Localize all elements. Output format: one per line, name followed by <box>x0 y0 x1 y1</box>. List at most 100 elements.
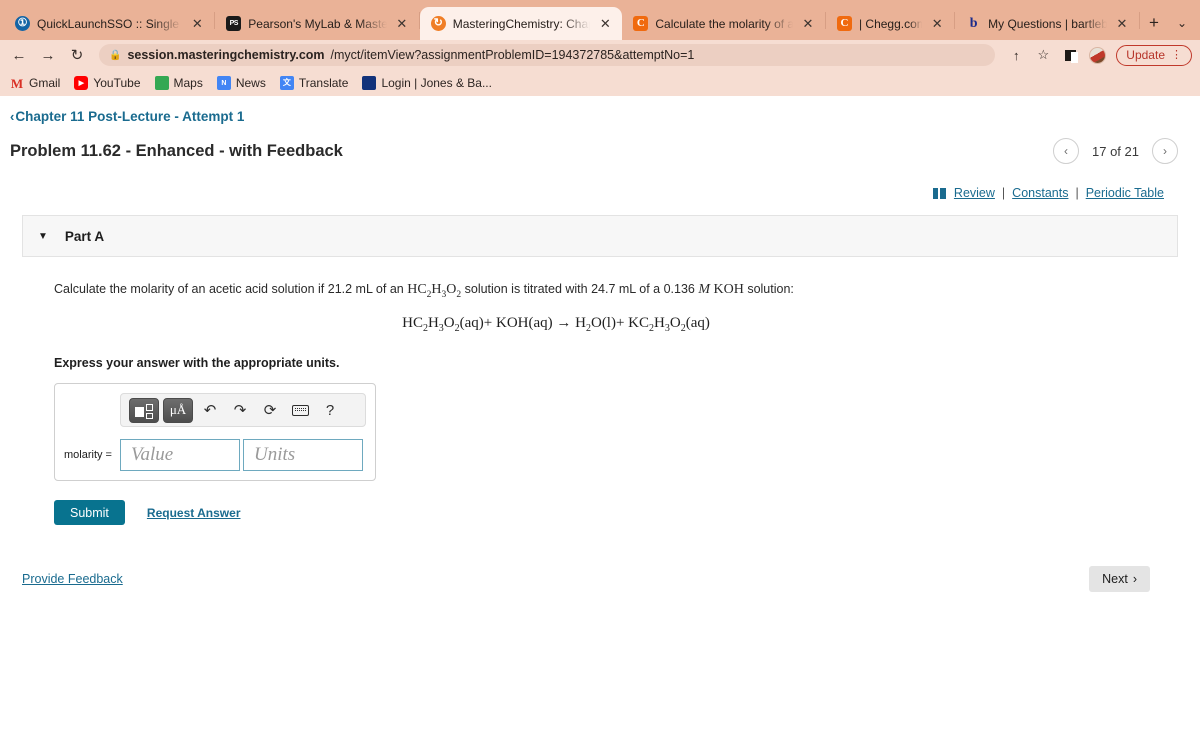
question-text-pre: Calculate the molarity of an acetic acid… <box>54 282 408 296</box>
tab-title: Pearson's MyLab & Masteri <box>248 16 387 31</box>
question-text-post: solution: <box>743 282 794 296</box>
chegg-icon: C <box>836 16 852 31</box>
breadcrumb: ‹ Chapter 11 Post-Lecture - Attempt 1 <box>0 96 1200 126</box>
mastering-chemistry-icon: ↻ <box>430 16 446 31</box>
tab-strip: ① QuickLaunchSSO :: Single S ✕ PS Pearso… <box>0 0 1200 40</box>
bookmark-label: Gmail <box>29 76 61 90</box>
next-problem-button[interactable]: › <box>1152 138 1178 164</box>
tab-title: Calculate the molarity of an <box>655 16 793 31</box>
browser-tab-bartleby[interactable]: b My Questions | bartleby ✕ <box>955 7 1139 40</box>
units-icon[interactable]: μÅ <box>163 397 193 423</box>
keyboard-icon[interactable] <box>287 398 313 423</box>
question-text: Calculate the molarity of an acetic acid… <box>54 279 1178 302</box>
answer-input-row: molarity = Value Units <box>64 439 366 472</box>
bookmark-news[interactable]: N News <box>216 76 266 90</box>
bookmark-login-jones[interactable]: Login | Jones & Ba... <box>362 76 492 90</box>
pager-position: 17 of 21 <box>1092 143 1139 159</box>
value-input[interactable]: Value <box>120 439 240 472</box>
molar-symbol: M <box>698 282 710 297</box>
bookmark-label: YouTube <box>93 76 141 90</box>
reload-icon[interactable]: ↻ <box>64 42 90 68</box>
chegg-icon: C <box>633 16 649 31</box>
tab-title: MasteringChemistry: Chapt <box>452 16 591 31</box>
bookmark-star-icon[interactable]: ☆ <box>1031 43 1055 67</box>
periodic-table-link[interactable]: Periodic Table <box>1086 186 1164 200</box>
new-tab-button[interactable]: + <box>1140 9 1168 37</box>
translate-icon: 文 <box>279 76 294 90</box>
browser-tab-calculate-molarity[interactable]: C Calculate the molarity of an ✕ <box>622 7 825 40</box>
bookmark-maps[interactable]: Maps <box>154 76 203 90</box>
review-link[interactable]: Review <box>954 186 995 200</box>
share-icon[interactable]: ↑ <box>1004 43 1028 67</box>
next-button[interactable]: Next › <box>1089 566 1150 593</box>
close-icon[interactable]: ✕ <box>929 16 945 32</box>
title-row: Problem 11.62 - Enhanced - with Feedback… <box>0 126 1200 164</box>
bookmark-youtube[interactable]: ▶ YouTube <box>74 76 141 90</box>
tab-search-chevron-down-icon[interactable]: ⌄ <box>1168 9 1196 37</box>
back-icon[interactable]: ← <box>6 42 32 68</box>
reset-icon[interactable]: ⟳ <box>257 398 283 423</box>
bookmark-label: Login | Jones & Ba... <box>381 76 492 90</box>
book-icon <box>932 187 946 199</box>
breadcrumb-label: Chapter 11 Post-Lecture - Attempt 1 <box>15 109 245 124</box>
part-a-header[interactable]: ▼ Part A <box>22 215 1178 257</box>
tab-title: My Questions | bartleby <box>988 16 1107 31</box>
omnibox-toolbar: ← → ↻ 🔒 session.masteringchemistry.com/m… <box>0 40 1200 70</box>
resource-links: Review | Constants | Periodic Table <box>0 164 1200 200</box>
template-icon[interactable] <box>129 397 159 423</box>
avatar[interactable] <box>1085 43 1109 67</box>
breadcrumb-assignment-link[interactable]: ‹ Chapter 11 Post-Lecture - Attempt 1 <box>10 109 244 124</box>
answer-instruction: Express your answer with the appropriate… <box>54 356 340 371</box>
close-icon[interactable]: ✕ <box>597 16 613 32</box>
tab-title: | Chegg.com <box>858 16 923 31</box>
kebab-menu-icon[interactable]: ⋮ <box>1171 49 1182 61</box>
browser-tab-quicklaunchsso[interactable]: ① QuickLaunchSSO :: Single S ✕ <box>4 7 214 40</box>
bookmark-label: Maps <box>173 76 203 90</box>
acid-formula: HC2H3O2 <box>407 282 462 300</box>
chemical-equation: HC2H3O2(aq)+ KOH(aq) → H2O(l)+ KC2H3O2(a… <box>402 315 710 335</box>
tab-title: QuickLaunchSSO :: Single S <box>37 16 183 31</box>
browser-tab-masteringchemistry[interactable]: ↻ MasteringChemistry: Chapt ✕ <box>419 7 623 40</box>
page-footer: Provide Feedback Next › <box>0 525 1200 593</box>
address-bar[interactable]: 🔒 session.masteringchemistry.com/myct/it… <box>99 44 996 66</box>
page-content: ‹ Chapter 11 Post-Lecture - Attempt 1 Pr… <box>0 96 1200 750</box>
provide-feedback-link[interactable]: Provide Feedback <box>22 572 123 586</box>
close-icon[interactable]: ✕ <box>394 16 410 32</box>
close-icon[interactable]: ✕ <box>800 16 816 32</box>
units-input[interactable]: Units <box>243 439 363 472</box>
browser-tab-chegg[interactable]: C | Chegg.com ✕ <box>826 7 954 40</box>
bookmark-translate[interactable]: 文 Translate <box>279 76 349 90</box>
close-icon[interactable]: ✕ <box>189 16 205 32</box>
quicklaunch-icon: ① <box>15 16 30 31</box>
submit-button[interactable]: Submit <box>54 500 125 526</box>
forward-icon[interactable]: → <box>35 42 61 68</box>
previous-problem-button[interactable]: ‹ <box>1053 138 1079 164</box>
bookmark-label: Translate <box>298 76 349 90</box>
constants-link[interactable]: Constants <box>1012 186 1068 200</box>
news-icon: N <box>216 76 231 90</box>
url-path: /myct/itemView?assignmentProblemID=19437… <box>330 48 695 62</box>
gmail-icon: M <box>10 75 24 91</box>
caret-down-icon[interactable]: ▼ <box>38 231 48 242</box>
link-separator: | <box>1001 186 1006 200</box>
redo-icon[interactable]: ↷ <box>227 398 253 423</box>
undo-icon[interactable]: ↶ <box>197 398 223 423</box>
url-host: session.masteringchemistry.com <box>127 48 325 62</box>
answer-entry-box: μÅ ↶ ↷ ⟳ ? molarity = Value Units <box>54 383 376 482</box>
link-separator: | <box>1075 186 1079 200</box>
request-answer-link[interactable]: Request Answer <box>147 506 241 520</box>
math-toolbar: μÅ ↶ ↷ ⟳ ? <box>120 393 366 428</box>
pearson-icon: PS <box>226 16 242 31</box>
problem-pager: ‹ 17 of 21 › <box>1053 138 1178 164</box>
bookmark-label: News <box>235 76 266 90</box>
koh-formula: KOH <box>710 282 744 297</box>
help-icon[interactable]: ? <box>317 398 343 423</box>
bookmarks-bar: M Gmail ▶ YouTube Maps N News 文 Translat… <box>0 70 1200 96</box>
browser-chrome: ① QuickLaunchSSO :: Single S ✕ PS Pearso… <box>0 0 1200 96</box>
youtube-icon: ▶ <box>74 76 89 90</box>
update-button[interactable]: Update ⋮ <box>1116 44 1192 66</box>
extensions-icon[interactable] <box>1058 43 1082 67</box>
bookmark-gmail[interactable]: M Gmail <box>10 76 60 90</box>
browser-tab-pearson[interactable]: PS Pearson's MyLab & Masteri ✕ <box>215 7 419 40</box>
close-icon[interactable]: ✕ <box>1114 16 1130 32</box>
